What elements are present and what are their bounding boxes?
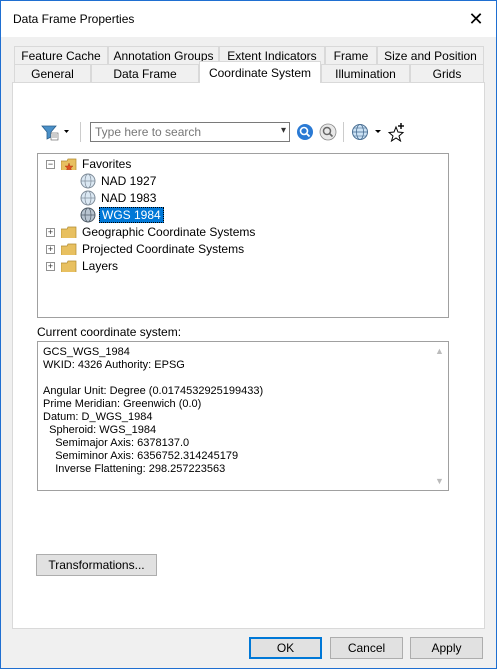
window-title: Data Frame Properties (13, 12, 135, 26)
expand-icon[interactable]: + (46, 227, 55, 237)
coordinate-system-tree[interactable]: − Favorites NAD 1927 NAD 1983 WGS 1984 +… (37, 153, 449, 318)
transformations-button[interactable]: Transformations... (36, 554, 157, 576)
expand-icon[interactable]: + (46, 244, 55, 254)
tab-illumination[interactable]: Illumination (321, 64, 410, 82)
dialog-window: Data Frame Properties ✕ Feature Cache An… (0, 0, 497, 669)
search-icon (297, 124, 313, 140)
search-input[interactable] (91, 123, 275, 141)
toolbar-separator (80, 122, 81, 142)
chevron-down-icon[interactable]: ▾ (281, 125, 286, 136)
tree-node-nad-1927[interactable]: NAD 1927 (80, 173, 156, 189)
tree-label-favorites: Favorites (82, 157, 132, 171)
cs-line: Inverse Flattening: 298.257223563 (43, 463, 226, 475)
tab-data-frame[interactable]: Data Frame (91, 64, 199, 82)
globe-icon (80, 190, 96, 206)
folder-icon (61, 243, 77, 255)
cancel-button[interactable]: Cancel (330, 637, 403, 659)
cs-line: Prime Meridian: Greenwich (0.0) (43, 398, 202, 410)
add-coordinate-system-dropdown[interactable] (351, 123, 383, 141)
search-button[interactable] (296, 123, 314, 141)
vertical-scrollbar[interactable]: ▲ ▼ (431, 342, 448, 490)
cs-line: GCS_WGS_1984 (43, 346, 130, 358)
folder-icon (61, 260, 77, 272)
star-add-icon (388, 123, 405, 142)
tree-label: Layers (82, 259, 119, 273)
tree-node-wgs-1984[interactable]: WGS 1984 (80, 207, 164, 223)
cs-line: Semimajor Axis: 6378137.0 (43, 437, 190, 449)
expand-icon[interactable]: + (46, 261, 55, 271)
tab-general[interactable]: General (14, 64, 91, 82)
cs-line: Datum: D_WGS_1984 (43, 411, 153, 423)
tree-label: NAD 1927 (101, 174, 157, 188)
tree-node-geographic[interactable]: + Geographic Coordinate Systems (46, 224, 255, 240)
globe-icon (352, 124, 381, 140)
favorites-folder-icon (61, 158, 77, 170)
folder-icon (61, 226, 77, 238)
tab-size-and-position[interactable]: Size and Position (377, 46, 484, 64)
ok-button[interactable]: OK (249, 637, 322, 659)
current-cs-details[interactable]: GCS_WGS_1984 WKID: 4326 Authority: EPSG … (37, 341, 449, 491)
filter-dropdown-button[interactable] (39, 123, 71, 141)
close-icon[interactable]: ✕ (464, 7, 488, 31)
tree-label: Projected Coordinate Systems (82, 242, 245, 256)
tab-grids[interactable]: Grids (410, 64, 484, 82)
filter-icon (41, 125, 69, 141)
cs-line: Spheroid: WGS_1984 (43, 424, 157, 436)
cs-line: Semiminor Axis: 6356752.314245179 (43, 450, 239, 462)
tab-frame[interactable]: Frame (325, 46, 377, 64)
apply-button[interactable]: Apply (410, 637, 483, 659)
cs-line: Angular Unit: Degree (0.0174532925199433… (43, 385, 264, 397)
add-to-favorites-button[interactable] (388, 122, 406, 142)
globe-icon (80, 207, 96, 223)
cs-line: WKID: 4326 Authority: EPSG (43, 359, 185, 371)
search-box[interactable]: ▾ (90, 122, 290, 142)
tree-label-selected: WGS 1984 (99, 207, 164, 223)
scroll-down-icon[interactable]: ▼ (435, 476, 444, 486)
tree-node-favorites[interactable]: − Favorites (46, 156, 131, 172)
tab-coordinate-system[interactable]: Coordinate System (199, 61, 321, 83)
globe-icon (80, 173, 96, 189)
tree-label: NAD 1983 (101, 191, 157, 205)
title-bar: Data Frame Properties ✕ (1, 1, 496, 37)
scroll-up-icon[interactable]: ▲ (435, 346, 444, 356)
tab-feature-cache[interactable]: Feature Cache (14, 46, 108, 64)
toolbar-separator (343, 122, 344, 142)
current-cs-label: Current coordinate system: (37, 325, 182, 339)
clear-search-button[interactable] (319, 123, 337, 141)
collapse-icon[interactable]: − (46, 159, 55, 169)
tree-node-nad-1983[interactable]: NAD 1983 (80, 190, 156, 206)
tree-node-projected[interactable]: + Projected Coordinate Systems (46, 241, 244, 257)
tree-node-layers[interactable]: + Layers (46, 258, 118, 274)
clear-search-icon (319, 123, 337, 141)
tree-label: Geographic Coordinate Systems (82, 225, 256, 239)
